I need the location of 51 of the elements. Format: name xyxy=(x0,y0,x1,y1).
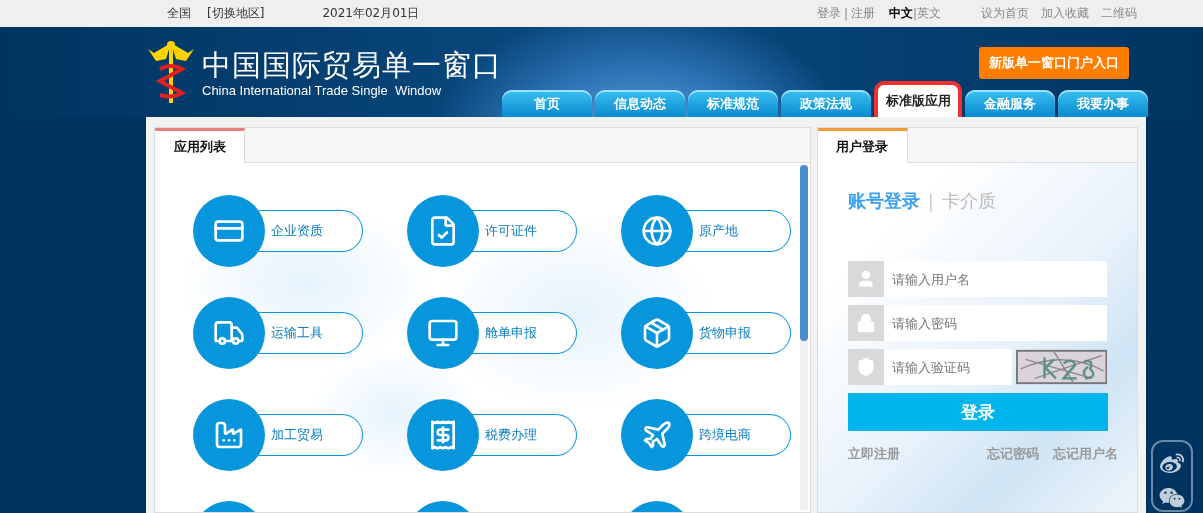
app-link[interactable]: 加工贸易 xyxy=(193,399,407,471)
switch-region-link[interactable]: [切换地区] xyxy=(207,5,265,22)
separator: | xyxy=(843,6,848,21)
header-link[interactable]: 加入收藏 xyxy=(1041,5,1089,22)
app-link[interactable]: 原产地 xyxy=(621,195,810,267)
app-list-tab[interactable]: 应用列表 xyxy=(155,128,245,163)
portal-button[interactable]: 新版单一窗口门户入口 xyxy=(979,47,1129,79)
app-link[interactable]: 企业资质 xyxy=(193,195,407,267)
site-title: 中国国际贸易单一窗口 xyxy=(202,46,502,83)
nav-tab[interactable]: 金融服务 xyxy=(965,90,1055,117)
login-mode-tab[interactable]: 卡介质 xyxy=(941,189,996,213)
nav-tab[interactable]: 我要办事 xyxy=(1058,90,1148,117)
nav-tab[interactable]: 首页 xyxy=(502,90,592,117)
app-link[interactable]: 货物申报 xyxy=(621,297,810,369)
register-link[interactable]: 注册 xyxy=(850,5,875,22)
nav-tab[interactable]: 政策法规 xyxy=(781,90,871,117)
nav-tab[interactable]: 标准规范 xyxy=(688,90,778,117)
header-link[interactable]: 二维码 xyxy=(1101,5,1137,22)
register-link[interactable]: 立即注册 xyxy=(847,445,900,463)
app-link[interactable]: 税费办理 xyxy=(407,399,621,471)
login-button[interactable]: 登录 xyxy=(847,393,1108,431)
user-login-tab[interactable]: 用户登录 xyxy=(817,128,908,163)
forgot-link[interactable]: 忘记用户名 xyxy=(1052,445,1118,463)
app-link[interactable]: 舱单申报 xyxy=(407,297,621,369)
app-link[interactable]: 运输工具 xyxy=(193,297,407,369)
separator: | xyxy=(927,190,934,212)
forgot-link[interactable]: 忘记密码 xyxy=(986,445,1039,463)
captcha-image[interactable] xyxy=(1015,349,1107,385)
date-label: 2021年02月01日 xyxy=(322,5,420,22)
region-label: 全国 xyxy=(167,5,191,22)
language-link[interactable]: 中文 xyxy=(888,5,913,22)
header-link[interactable]: 设为首页 xyxy=(981,5,1029,22)
scrollbar[interactable] xyxy=(799,165,808,510)
login-mode-tab[interactable]: 账号登录 xyxy=(847,189,920,213)
input-field[interactable]: 请输入验证码 xyxy=(883,349,1012,385)
app-link[interactable]: 许可证件 xyxy=(407,195,621,267)
site-subtitle: China International Trade Single Window xyxy=(202,82,443,98)
separator: | xyxy=(912,6,917,21)
nav-tab[interactable]: 信息动态 xyxy=(595,90,685,117)
lock-icon xyxy=(847,305,884,341)
user-icon xyxy=(847,261,884,297)
nav-tab[interactable]: 标准版应用 xyxy=(874,81,962,117)
shield-icon xyxy=(847,349,884,385)
app-link[interactable]: 跨境电商 xyxy=(621,399,810,471)
login-link[interactable]: 登录 xyxy=(816,5,841,22)
language-link[interactable]: 英文 xyxy=(917,5,941,22)
emblem-logo xyxy=(146,39,196,105)
input-field[interactable]: 请输入密码 xyxy=(883,305,1107,341)
weibo-icon[interactable] xyxy=(1159,452,1185,476)
input-field[interactable]: 请输入用户名 xyxy=(883,261,1107,297)
wechat-icon[interactable] xyxy=(1159,486,1185,510)
